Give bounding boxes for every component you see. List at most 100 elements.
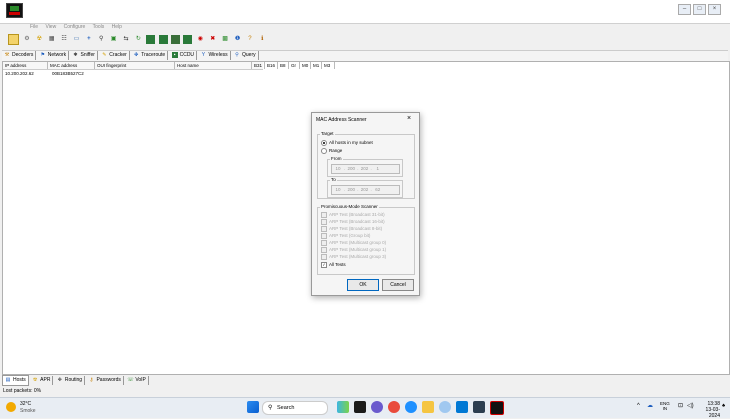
grid3-icon[interactable] bbox=[158, 35, 168, 44]
cert-icon[interactable]: ▣ bbox=[109, 35, 118, 44]
col-oui[interactable]: OUI fingerprint bbox=[95, 62, 175, 69]
to-ip-field[interactable]: 10. 200. 202. 62 bbox=[331, 185, 400, 195]
tab-label: Hosts bbox=[13, 377, 26, 383]
test-label: ARP Test (Group bit) bbox=[329, 233, 371, 239]
maximize-button[interactable]: □ bbox=[693, 4, 706, 15]
col-b31[interactable]: B31 bbox=[252, 62, 265, 69]
question-icon[interactable]: ❶ bbox=[233, 35, 242, 44]
tab-decoders[interactable]: ⚒ Decoders bbox=[2, 51, 37, 60]
mail-icon[interactable] bbox=[473, 401, 485, 413]
from-ip-field[interactable]: 10. 200. 202. 1 bbox=[331, 164, 400, 174]
person-icon[interactable]: ? bbox=[245, 35, 254, 44]
store-icon[interactable] bbox=[456, 401, 468, 413]
menu-tools[interactable]: Tools bbox=[93, 24, 105, 30]
tab-apr[interactable]: ☢ APR bbox=[30, 376, 54, 385]
test-multicast-3[interactable]: ARP Test (Multicast group 3) bbox=[321, 254, 386, 260]
menu-configure[interactable]: Configure bbox=[64, 24, 86, 30]
test-broadcast-8[interactable]: ARP Test (Broadcast 8-bit) bbox=[321, 226, 382, 232]
row-ip: 10.200.202.62 bbox=[5, 71, 34, 76]
col-m1[interactable]: M1 bbox=[311, 62, 322, 69]
col-gr[interactable]: Gr bbox=[289, 62, 300, 69]
grid5-icon[interactable] bbox=[183, 35, 193, 44]
test-broadcast-16[interactable]: ARP Test (Broadcast 16-bit) bbox=[321, 219, 385, 225]
minimize-button[interactable]: – bbox=[678, 4, 691, 15]
weather-icon[interactable] bbox=[6, 402, 16, 412]
browser-icon[interactable] bbox=[388, 401, 400, 413]
test-broadcast-31[interactable]: ARP Test (Broadcast 31-bit) bbox=[321, 212, 385, 218]
radiation-icon[interactable]: ☢ bbox=[35, 35, 44, 44]
tab-hosts[interactable]: ▤ Hosts bbox=[2, 375, 29, 386]
title-bar: – □ × bbox=[0, 0, 730, 24]
network-icon[interactable]: ☷ bbox=[60, 35, 69, 44]
start-button[interactable] bbox=[247, 401, 259, 413]
promiscuous-label: Promiscuous-Mode Scanner bbox=[320, 204, 379, 209]
notification-bell-icon[interactable]: ♠ bbox=[722, 403, 725, 409]
col-mac[interactable]: MAC address bbox=[48, 62, 95, 69]
tab-query[interactable]: ⚲ Query bbox=[232, 51, 259, 60]
chrome-icon[interactable] bbox=[405, 401, 417, 413]
radio-all-hosts[interactable]: All hosts in my subnet bbox=[321, 140, 373, 146]
tab-label: VoIP bbox=[135, 377, 146, 383]
app-icon[interactable] bbox=[439, 401, 451, 413]
menu-help[interactable]: Help bbox=[112, 24, 122, 30]
open-icon[interactable] bbox=[8, 34, 19, 45]
volume-icon[interactable]: ◁) bbox=[687, 402, 694, 409]
tab-traceroute[interactable]: ✤ Traceroute bbox=[131, 51, 169, 60]
wifi-tray-icon[interactable]: ⊡ bbox=[678, 402, 683, 409]
search-box[interactable]: ⚲ Search bbox=[262, 401, 328, 415]
dialog-close-button[interactable]: × bbox=[407, 115, 411, 122]
test-multicast-1[interactable]: ARP Test (Multicast group 1) bbox=[321, 247, 386, 253]
menu-file[interactable]: File bbox=[30, 24, 38, 30]
info-icon[interactable]: ▩ bbox=[221, 35, 230, 44]
gear-icon[interactable]: ⚙ bbox=[22, 35, 31, 44]
app-logo-icon bbox=[6, 3, 23, 18]
widgets-icon[interactable] bbox=[337, 401, 349, 413]
x-icon[interactable]: ✖ bbox=[208, 35, 217, 44]
col-ip[interactable]: IP address bbox=[3, 62, 48, 69]
tab-cracker[interactable]: ✎ Cracker bbox=[99, 51, 130, 60]
close-window-button[interactable]: × bbox=[708, 4, 721, 15]
radio-range[interactable]: Range bbox=[321, 148, 342, 154]
tab-routing[interactable]: ✥ Routing bbox=[55, 376, 86, 385]
test-label: ARP Test (Broadcast 16-bit) bbox=[329, 219, 385, 225]
task-view-icon[interactable] bbox=[354, 401, 366, 413]
file-explorer-icon[interactable] bbox=[422, 401, 434, 413]
grid-icon[interactable]: ▦ bbox=[47, 35, 56, 44]
tab-network[interactable]: ⚑ Network bbox=[38, 51, 70, 60]
filter-icon[interactable]: ⚲ bbox=[97, 35, 106, 44]
add-icon[interactable]: + bbox=[84, 35, 93, 44]
col-m0[interactable]: M0 bbox=[300, 62, 311, 69]
tab-passwords[interactable]: ⚷ Passwords bbox=[86, 376, 124, 385]
tab-voip[interactable]: ☏ VoIP bbox=[125, 376, 149, 385]
chevron-up-icon[interactable]: ^ bbox=[637, 403, 640, 409]
cancel-button[interactable]: Cancel bbox=[382, 279, 414, 291]
network-tray-icon[interactable]: ☁ bbox=[647, 402, 653, 409]
traceroute-icon: ✤ bbox=[134, 51, 139, 58]
ip-octet: 10 bbox=[335, 166, 341, 171]
dialog-title: MAC Address Scanner bbox=[316, 117, 367, 123]
chat-icon[interactable] bbox=[371, 401, 383, 413]
test-multicast-0[interactable]: ARP Test (Multicast group 0) bbox=[321, 240, 386, 246]
cain-app-icon[interactable] bbox=[490, 401, 504, 415]
test-group-bit[interactable]: ARP Test (Group bit) bbox=[321, 233, 370, 239]
route-icon[interactable]: ⇆ bbox=[122, 35, 131, 44]
col-b16[interactable]: B16 bbox=[265, 62, 278, 69]
tab-ccdu[interactable]: ▪ CCDU bbox=[170, 51, 198, 60]
grid2-icon[interactable] bbox=[146, 35, 156, 44]
all-tests-checkbox[interactable]: ✓ All Tests bbox=[321, 262, 346, 268]
language-indicator[interactable]: ENG IN bbox=[660, 401, 670, 411]
col-b8[interactable]: B8 bbox=[278, 62, 289, 69]
grid4-icon[interactable] bbox=[171, 35, 181, 44]
ok-button[interactable]: OK bbox=[347, 279, 379, 291]
tab-wireless[interactable]: Y Wireless bbox=[198, 51, 231, 60]
clock[interactable]: 13:38 13-03-2024 bbox=[698, 401, 720, 419]
refresh-icon[interactable]: ↻ bbox=[134, 35, 143, 44]
wifi-icon[interactable]: ◉ bbox=[196, 35, 205, 44]
tab-sniffer[interactable]: ✱ Sniffer bbox=[71, 51, 98, 60]
col-hostname[interactable]: Host name bbox=[175, 62, 252, 69]
menu-view[interactable]: View bbox=[45, 24, 56, 30]
lightbulb-icon[interactable]: ℹ bbox=[258, 35, 267, 44]
monitor-icon[interactable]: ▭ bbox=[72, 35, 81, 44]
wireless-icon: Y bbox=[201, 51, 206, 58]
col-m3[interactable]: M3 bbox=[322, 62, 335, 69]
